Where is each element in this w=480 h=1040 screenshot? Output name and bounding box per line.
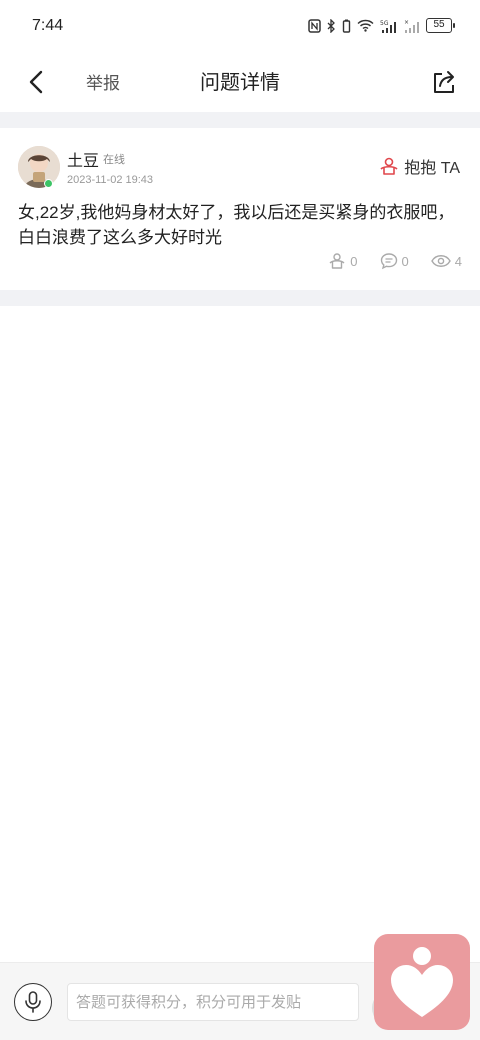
post-content: 女,22岁,我他妈身材太好了，我以后还是买紧身的衣服吧，白白浪费了这么多大好时光 — [18, 203, 455, 247]
chevron-left-icon — [29, 70, 43, 94]
heart-person-icon — [391, 947, 453, 1017]
svg-text:×: × — [404, 19, 409, 26]
status-bar: 7:44 5G × 55 — [0, 0, 480, 52]
person-hug-icon — [329, 253, 345, 269]
eye-icon — [430, 255, 451, 267]
online-indicator — [44, 179, 53, 188]
comment-count-value: 0 — [401, 253, 409, 269]
battery-indicator: 55 — [426, 18, 455, 33]
online-status-label: 在线 — [103, 154, 125, 166]
post-card: 土豆 在线 2023-11-02 19:43 抱抱 TA 女,22岁,我他妈身材… — [0, 128, 480, 290]
nfc-icon — [308, 18, 321, 33]
back-button[interactable] — [18, 64, 54, 100]
username[interactable]: 土豆 — [67, 147, 99, 171]
signal-5g-icon: 5G — [380, 20, 396, 33]
hug-button-label: 抱抱 TA — [404, 160, 460, 177]
comment-icon — [380, 253, 397, 270]
nav-bar: 举报 问题详情 — [0, 52, 480, 112]
microphone-icon — [25, 991, 41, 1013]
bluetooth-icon — [327, 18, 335, 33]
post-timestamp: 2023-11-02 19:43 — [67, 174, 154, 186]
vibrate-icon — [342, 19, 351, 33]
share-button[interactable] — [426, 64, 462, 100]
status-icons: 5G × 55 — [308, 18, 455, 33]
hug-button[interactable]: 抱抱 TA — [379, 154, 460, 178]
section-divider — [0, 290, 480, 306]
avatar[interactable] — [18, 146, 60, 188]
comment-count[interactable]: 0 — [380, 252, 409, 270]
page-title: 问题详情 — [200, 72, 280, 94]
wifi-icon — [357, 19, 374, 32]
signal-icon: × — [404, 19, 419, 33]
share-icon — [434, 71, 454, 93]
answer-input[interactable] — [67, 983, 359, 1021]
post-stats: 0 0 4 — [328, 252, 462, 270]
section-divider — [0, 112, 480, 128]
avatar-image — [18, 146, 60, 188]
hug-count-value: 0 — [350, 253, 358, 269]
hug-count[interactable]: 0 — [328, 252, 358, 270]
svg-text:5G: 5G — [380, 20, 389, 27]
voice-input-button[interactable] — [14, 983, 52, 1021]
report-link[interactable]: 举报 — [86, 69, 120, 94]
floating-hug-button[interactable] — [374, 934, 470, 1030]
person-hug-icon — [380, 157, 398, 175]
view-count: 4 — [430, 253, 462, 269]
view-count-value: 4 — [454, 253, 462, 269]
status-time: 7:44 — [32, 17, 64, 34]
